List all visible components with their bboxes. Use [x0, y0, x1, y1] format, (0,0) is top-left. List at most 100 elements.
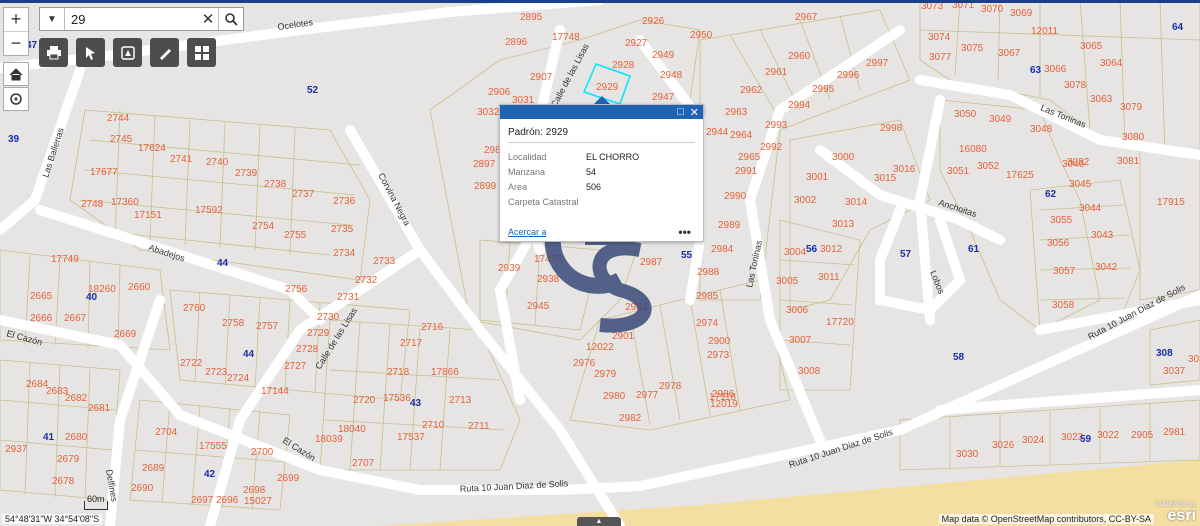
parcel-label: 3046 — [1062, 159, 1085, 170]
zoom-in-button[interactable]: + — [4, 8, 28, 32]
parcel-label: 17915 — [1157, 197, 1185, 208]
parcel-label: 2928 — [612, 60, 635, 71]
parcel-label: 2666 — [30, 313, 53, 324]
clear-search-button[interactable]: ✕ — [198, 10, 218, 28]
parcel-label: 2736 — [333, 196, 356, 207]
parcel-label: 3051 — [947, 166, 970, 177]
parcel-label: 3043 — [1091, 230, 1114, 241]
measure-area-button[interactable] — [113, 38, 142, 67]
zoom-to-link[interactable]: Acercar a — [508, 227, 547, 237]
parcel-label: 2716 — [421, 322, 444, 333]
parcel-label: 3055 — [1050, 215, 1073, 226]
basemap-gallery-button[interactable] — [187, 38, 216, 67]
block-label: 61 — [968, 244, 980, 255]
search-button[interactable] — [218, 8, 243, 30]
parcel-label: 3022 — [1097, 430, 1120, 441]
block-label: 57 — [900, 249, 912, 260]
parcel-label: 2680 — [65, 432, 88, 443]
parcel-label: 2733 — [373, 256, 396, 267]
parcel-label: 2704 — [155, 427, 178, 438]
parcel-label: 3013 — [832, 219, 855, 230]
field-row: Area 506 — [508, 179, 639, 194]
zoom-out-button[interactable]: − — [4, 32, 28, 55]
block-label: 308 — [1156, 348, 1173, 359]
parcel-label: 2979 — [594, 369, 617, 380]
parcel-label: 3050 — [954, 109, 977, 120]
parcel-label: 2974 — [696, 318, 719, 329]
draw-button[interactable] — [150, 38, 179, 67]
parcel-label: 3069 — [1010, 8, 1033, 19]
locate-button[interactable] — [3, 87, 29, 111]
parcel-label: 3014 — [845, 197, 868, 208]
close-icon: ✕ — [201, 11, 215, 28]
search-widget: ▼ 29 ✕ — [39, 7, 244, 31]
search-input[interactable]: 29 — [65, 12, 198, 27]
parcel-label: 2734 — [333, 248, 356, 259]
parcel-label: 2901 — [612, 331, 635, 342]
maximize-icon[interactable]: □ — [677, 106, 684, 118]
parcel-label: 2973 — [707, 350, 730, 361]
identify-button[interactable] — [76, 38, 105, 67]
parcel-label: 12022 — [586, 342, 614, 353]
parcel-label: 3063 — [1090, 94, 1113, 105]
parcel-label: 3070 — [981, 4, 1004, 15]
parcel-label: 2939 — [498, 263, 521, 274]
parcel-label: 3052 — [977, 161, 1000, 172]
parcel-label: 2667 — [64, 313, 87, 324]
bottom-panel-handle[interactable]: ▲ — [577, 517, 621, 526]
parcel-label: 2678 — [52, 476, 75, 487]
field-key: Area — [508, 181, 528, 192]
parcel-label: 3058 — [1052, 300, 1075, 311]
block-label: 63 — [1030, 65, 1042, 76]
parcel-label: 2986 — [712, 389, 735, 400]
parcel-label: 17151 — [134, 210, 162, 221]
parcel-label: 2754 — [252, 221, 275, 232]
parcel-label: 2944 — [706, 127, 729, 138]
parcel-label: 2741 — [170, 154, 193, 165]
parcel-label: 2745 — [110, 134, 133, 145]
print-button[interactable] — [39, 38, 68, 67]
parcel-label: 17537 — [397, 432, 425, 443]
search-source-dropdown[interactable]: ▼ — [40, 8, 65, 30]
parcel-label: 2988 — [697, 267, 720, 278]
close-icon[interactable]: ✕ — [690, 106, 699, 119]
parcel-label: 3075 — [961, 43, 984, 54]
parcel-label: 2906 — [488, 87, 511, 98]
popup-header: □ ✕ — [500, 105, 703, 119]
parcel-label: 2899 — [474, 181, 497, 192]
chevron-up-icon: ▲ — [595, 518, 603, 525]
zoom-control: + − — [3, 7, 29, 56]
parcel-label: 2737 — [292, 189, 315, 200]
parcel-label: 3001 — [806, 172, 829, 183]
parcel-label: 17624 — [138, 143, 166, 154]
parcel-label: 3000 — [832, 152, 855, 163]
parcel-label: 3080 — [1122, 132, 1145, 143]
home-button[interactable] — [3, 62, 29, 86]
parcel-label: 2744 — [107, 113, 130, 124]
parcel-label: 17866 — [431, 367, 459, 378]
field-value — [586, 194, 639, 209]
parcel-label: 2707 — [352, 458, 375, 469]
map-canvas[interactable]: 2895177482896290729262927292829292949295… — [0, 0, 1200, 526]
parcel-label: 2964 — [730, 130, 753, 141]
parcel-label: 2723 — [205, 367, 228, 378]
parcel-label: 2967 — [795, 12, 818, 23]
parcel-label: 2961 — [765, 67, 788, 78]
parcel-label: 2732 — [355, 275, 378, 286]
parcel-label: 3024 — [1022, 435, 1045, 446]
more-options-button[interactable]: ••• — [678, 225, 691, 239]
parcel-label: 2929 — [596, 82, 619, 93]
parcel-label: 3079 — [1120, 102, 1143, 113]
parcel-label: 3048 — [1030, 124, 1053, 135]
parcel-label: 2728 — [296, 344, 319, 355]
home-icon — [9, 67, 23, 80]
parcel-label: 2976 — [573, 358, 596, 369]
parcel-label: 2989 — [718, 220, 741, 231]
print-icon — [46, 45, 61, 59]
parcel-label: 2992 — [760, 142, 783, 153]
parcel-label: 17555 — [199, 441, 227, 452]
parcel-label: 2665 — [30, 291, 53, 302]
parcel-label: 2760 — [183, 303, 206, 314]
parcel-label: 2669 — [114, 329, 137, 340]
parcel-label: 18039 — [315, 434, 343, 445]
